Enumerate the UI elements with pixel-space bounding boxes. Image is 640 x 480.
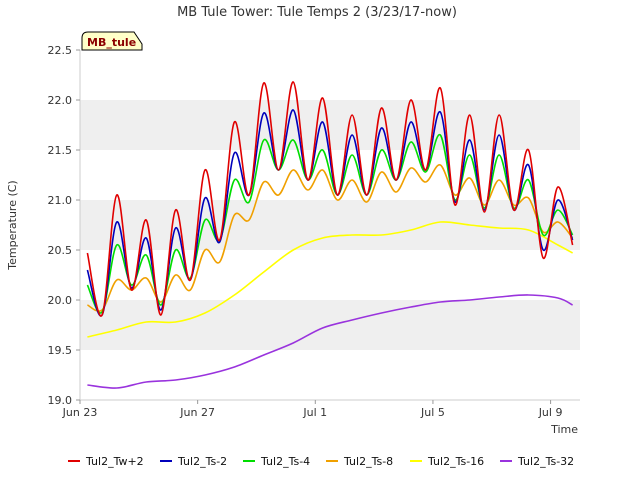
x-tick-label: Jun 27: [179, 406, 215, 419]
legend: Tul2_Tw+2 Tul2_Ts-2 Tul2_Ts-4 Tul2_Ts-8 Tul2…: [68, 455, 574, 468]
x-tick-label: Jul 5: [420, 406, 445, 419]
grid-band: [80, 200, 580, 250]
x-axis-title: Time: [550, 423, 578, 436]
legend-item: Tul2_Ts-32: [500, 455, 574, 468]
grid-bands: [80, 50, 580, 400]
x-tick-label: Jul 9: [538, 406, 563, 419]
legend-label: Tul2_Ts-32: [517, 455, 574, 468]
legend-item: Tul2_Ts-4: [243, 455, 310, 468]
legend-label: Tul2_Ts-2: [177, 455, 227, 468]
y-tick-label: 21.5: [48, 144, 73, 157]
chart-title: MB Tule Tower: Tule Temps 2 (3/23/17-now…: [177, 5, 457, 20]
grid-band: [80, 50, 580, 100]
y-tick-label: 19.5: [48, 344, 73, 357]
grid-band: [80, 350, 580, 400]
legend-label: Tul2_Ts-4: [260, 455, 310, 468]
x-tick-label: Jul 1: [302, 406, 327, 419]
legend-label: Tul2_Tw+2: [85, 455, 144, 468]
legend-item: Tul2_Ts-2: [160, 455, 227, 468]
badge-label: MB_tule: [87, 36, 136, 49]
legend-item: Tul2_Tw+2: [68, 455, 144, 468]
y-axis-title: Temperature (C): [6, 180, 19, 270]
y-tick-label: 21.0: [48, 194, 73, 207]
chart-canvas: MB Tule Tower: Tule Temps 2 (3/23/17-now…: [6, 5, 580, 468]
x-tick-label: Jun 23: [62, 406, 98, 419]
legend-item: Tul2_Ts-8: [326, 455, 393, 468]
y-axis-ticks: 19.019.520.020.521.021.522.022.5: [48, 44, 80, 407]
y-tick-label: 22.0: [48, 94, 73, 107]
station-badge: MB_tule: [81, 31, 143, 51]
y-tick-label: 20.0: [48, 294, 73, 307]
y-tick-label: 20.5: [48, 244, 73, 257]
legend-label: Tul2_Ts-16: [427, 455, 484, 468]
x-axis-ticks: Jun 23 Jun 27 Jul 1 Jul 5 Jul 9: [62, 400, 563, 419]
y-tick-label: 22.5: [48, 44, 73, 57]
legend-label: Tul2_Ts-8: [343, 455, 393, 468]
legend-item: Tul2_Ts-16: [410, 455, 484, 468]
